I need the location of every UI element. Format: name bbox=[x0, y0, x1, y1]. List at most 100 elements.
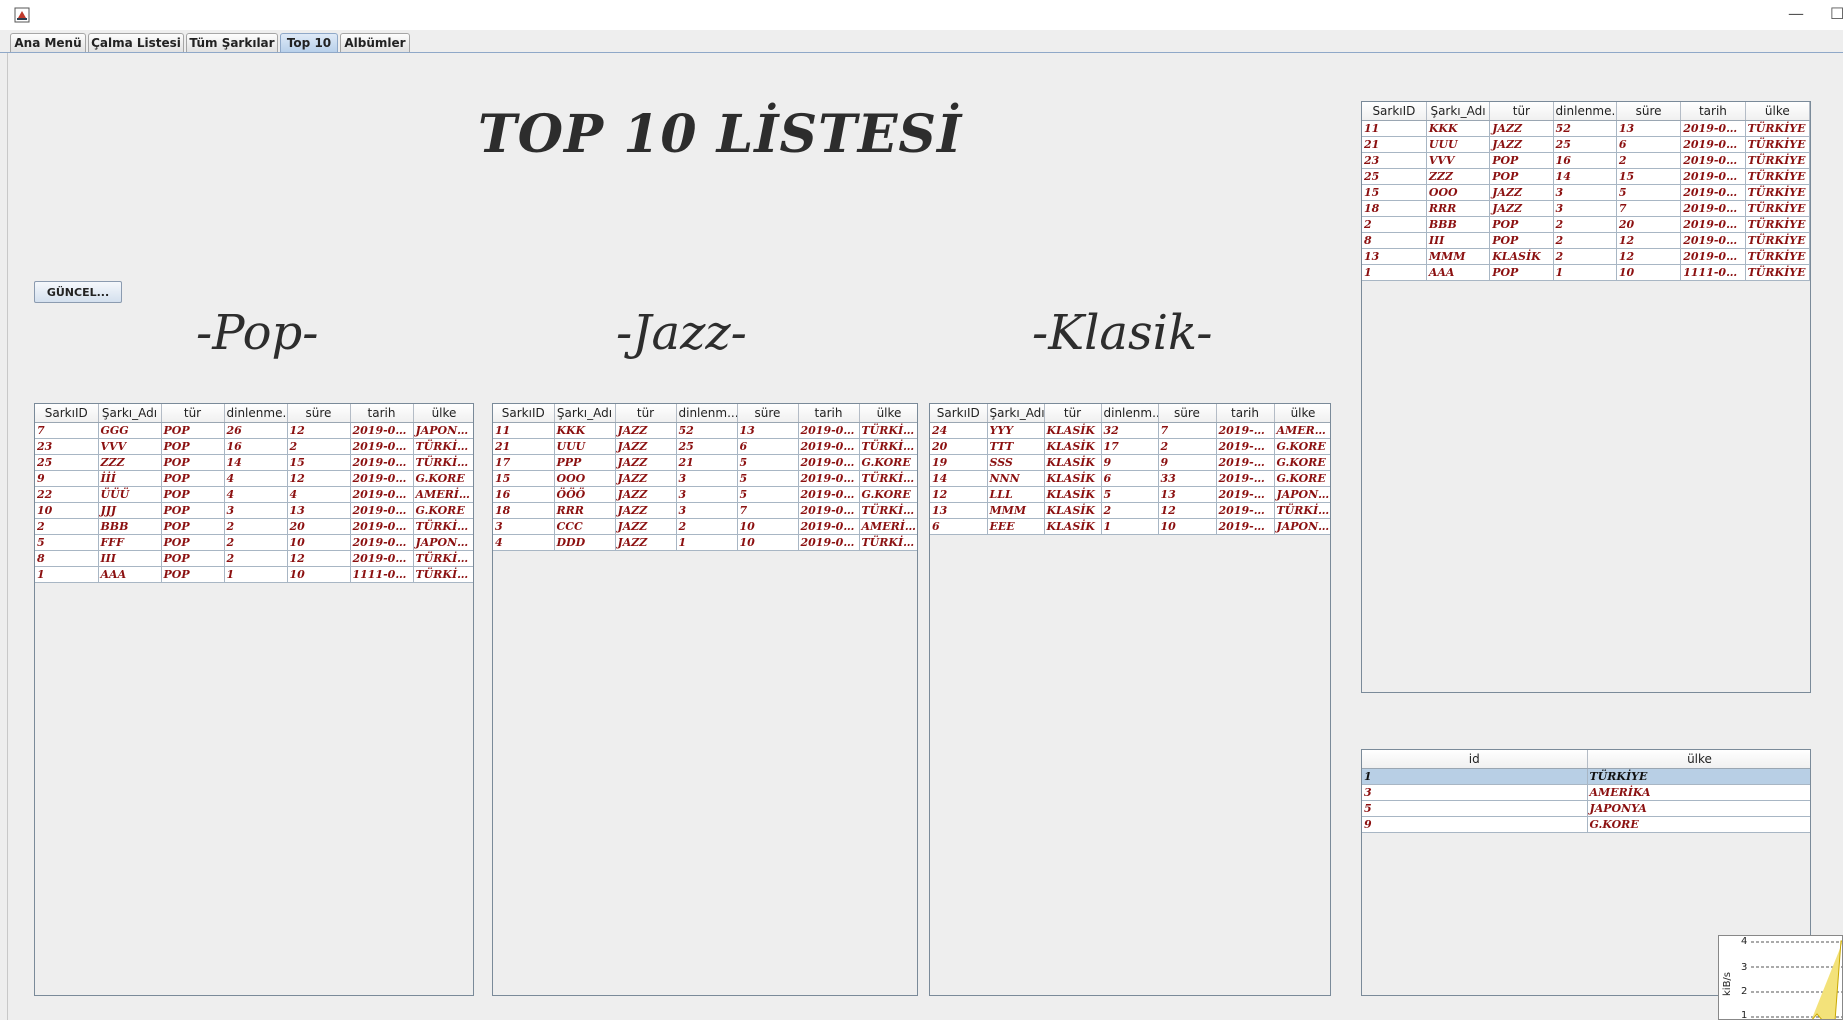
table-cell[interactable]: G.KORE bbox=[859, 454, 917, 471]
table-cell[interactable]: 1111-03... bbox=[350, 566, 414, 583]
table-cell[interactable]: ZZZ bbox=[98, 454, 162, 471]
table-cell[interactable]: FFF bbox=[98, 534, 162, 551]
table-cell[interactable]: UUU bbox=[1426, 136, 1491, 153]
table-cell[interactable]: JAZZ bbox=[615, 486, 677, 503]
table-cell[interactable]: III bbox=[98, 550, 162, 567]
table-cell[interactable]: 3 bbox=[676, 502, 738, 519]
table-cell[interactable]: 10 bbox=[1616, 264, 1682, 281]
table-row[interactable]: 3 AMERİKA bbox=[1362, 784, 1810, 801]
table-cell[interactable]: 2 bbox=[224, 550, 288, 567]
table-cell[interactable]: GGG bbox=[98, 422, 162, 439]
column-header[interactable]: süre bbox=[287, 404, 351, 423]
table-cell[interactable]: 4 bbox=[287, 486, 351, 503]
table-cell[interactable]: 9 bbox=[1158, 454, 1217, 471]
table-cell[interactable]: PPP bbox=[554, 454, 616, 471]
table-cell[interactable]: KKK bbox=[554, 422, 616, 439]
table-cell[interactable]: 2019-05-... bbox=[1680, 200, 1746, 217]
table-cell[interactable]: MMM bbox=[987, 502, 1045, 519]
table-cell[interactable]: TÜRKİYE bbox=[1745, 168, 1810, 185]
table-cell[interactable]: 2019-05-... bbox=[1680, 248, 1746, 265]
table-cell[interactable]: 20 bbox=[1616, 216, 1682, 233]
column-header[interactable]: tür bbox=[161, 404, 225, 423]
table-row[interactable]: 1 AAA POP 1 10 1111-03-... TÜRKİYE bbox=[1362, 264, 1810, 281]
table-row[interactable]: 9 G.KORE bbox=[1362, 816, 1810, 833]
tab-albumler[interactable]: Albümler bbox=[340, 33, 410, 52]
table-cell[interactable]: KLASİK bbox=[1044, 486, 1102, 503]
table-cell[interactable]: POP bbox=[161, 566, 225, 583]
table-cell[interactable]: 16 bbox=[493, 486, 555, 503]
table-cell[interactable]: TTT bbox=[987, 438, 1045, 455]
table-cell[interactable]: BBB bbox=[1426, 216, 1491, 233]
table-cell[interactable]: POP bbox=[161, 486, 225, 503]
table-cell[interactable]: 4 bbox=[224, 470, 288, 487]
table-cell[interactable]: 2 bbox=[1553, 216, 1617, 233]
column-header[interactable]: tarih bbox=[1216, 404, 1275, 423]
table-cell[interactable]: TÜRKİYE bbox=[1274, 502, 1330, 519]
table-cell[interactable]: 13 bbox=[737, 422, 799, 439]
table-cell[interactable]: 13 bbox=[1362, 248, 1427, 265]
table-row[interactable]: 18 RRR JAZZ 3 7 2019-05-... TÜRKİYE bbox=[1362, 200, 1810, 217]
table-cell[interactable]: 12 bbox=[1616, 232, 1682, 249]
table-cell[interactable]: JAPONYA bbox=[413, 534, 473, 551]
table-cell[interactable]: 21 bbox=[1362, 136, 1427, 153]
table-cell[interactable]: 9 bbox=[35, 470, 99, 487]
table-cell[interactable]: 12 bbox=[287, 470, 351, 487]
table-row[interactable]: 15 OOO JAZZ 3 5 2019-05-... TÜRKİYE bbox=[1362, 184, 1810, 201]
table-cell[interactable]: 15 bbox=[1616, 168, 1682, 185]
table-cell[interactable]: 3 bbox=[1553, 184, 1617, 201]
table-cell[interactable]: TÜRKİYE bbox=[1745, 264, 1810, 281]
table-row[interactable]: 25 ZZZ POP 14 15 2019-05-... TÜRKİYE bbox=[1362, 168, 1810, 185]
table-cell[interactable]: POP bbox=[1489, 264, 1554, 281]
table-cell[interactable]: TÜRKİYE bbox=[859, 534, 917, 551]
table-cell[interactable]: CCC bbox=[554, 518, 616, 535]
table-cell[interactable]: 7 bbox=[1616, 200, 1682, 217]
table-cell[interactable]: 52 bbox=[676, 422, 738, 439]
table-cell[interactable]: 3 bbox=[1362, 784, 1588, 801]
table-cell[interactable]: 2019-0... bbox=[1216, 454, 1275, 471]
table-cell[interactable]: 24 bbox=[930, 422, 988, 439]
table-row[interactable]: 1 AAA POP 1 10 1111-03... TÜRKİYE bbox=[35, 566, 473, 583]
table-cell[interactable]: JAPONYA bbox=[1587, 800, 1810, 817]
table-cell[interactable]: KLASİK bbox=[1044, 422, 1102, 439]
table-cell[interactable]: 8 bbox=[35, 550, 99, 567]
table-cell[interactable]: 25 bbox=[676, 438, 738, 455]
table-cell[interactable]: 26 bbox=[224, 422, 288, 439]
column-header[interactable]: tarih bbox=[798, 404, 860, 423]
table-cell[interactable]: POP bbox=[161, 534, 225, 551]
tab-top-10[interactable]: Top 10 bbox=[280, 33, 338, 52]
overall-top10-table[interactable]: SarkıID Şarkı_Adı tür dinlenme... süre tarih ü… bbox=[1361, 101, 1811, 693]
table-cell[interactable]: TÜRKİYE bbox=[1745, 136, 1810, 153]
column-header[interactable]: ülke bbox=[413, 404, 473, 423]
table-cell[interactable]: KLASİK bbox=[1489, 248, 1554, 265]
table-row[interactable]: 22 ÜÜÜ POP 4 4 2019-05... AMERİKA bbox=[35, 486, 473, 503]
table-cell[interactable]: 9 bbox=[1362, 816, 1588, 833]
table-cell[interactable]: 12 bbox=[1616, 248, 1682, 265]
column-header[interactable]: SarkıID bbox=[35, 404, 99, 423]
column-header[interactable]: süre bbox=[1158, 404, 1217, 423]
table-cell[interactable]: AMERİKA bbox=[413, 486, 473, 503]
table-cell[interactable]: 13 bbox=[287, 502, 351, 519]
table-cell[interactable]: LLL bbox=[987, 486, 1045, 503]
table-row[interactable]: 7 GGG POP 26 12 2019-05... JAPONYA bbox=[35, 422, 473, 439]
table-cell[interactable]: AAA bbox=[1426, 264, 1491, 281]
table-cell[interactable]: 1111-03-... bbox=[1680, 264, 1746, 281]
table-cell[interactable]: POP bbox=[1489, 152, 1554, 169]
column-header[interactable]: Şarkı_Adı bbox=[1426, 102, 1491, 121]
minimize-button[interactable]: — bbox=[1788, 4, 1804, 24]
table-cell[interactable]: TÜRKİYE bbox=[413, 454, 473, 471]
table-cell[interactable]: 25 bbox=[1553, 136, 1617, 153]
table-row[interactable]: 16 ÖÖÖ JAZZ 3 5 2019-05... G.KORE bbox=[493, 486, 917, 503]
table-row[interactable]: 23 VVV POP 16 2 2019-05... TÜRKİYE bbox=[35, 438, 473, 455]
table-row[interactable]: 8 III POP 2 12 2019-05... TÜRKİYE bbox=[35, 550, 473, 567]
table-cell[interactable]: 15 bbox=[287, 454, 351, 471]
table-cell[interactable]: 13 bbox=[1158, 486, 1217, 503]
table-cell[interactable]: 5 bbox=[1616, 184, 1682, 201]
table-cell[interactable]: TÜRKİYE bbox=[1745, 248, 1810, 265]
table-cell[interactable]: 14 bbox=[1553, 168, 1617, 185]
table-cell[interactable]: 15 bbox=[1362, 184, 1427, 201]
table-row[interactable]: 15 OOO JAZZ 3 5 2019-05... TÜRKİYE bbox=[493, 470, 917, 487]
column-header[interactable]: Şarkı_Adı bbox=[98, 404, 162, 423]
column-header[interactable]: ülke bbox=[1587, 750, 1810, 769]
table-cell[interactable]: JAPONYA bbox=[1274, 486, 1330, 503]
table-cell[interactable]: 5 bbox=[737, 454, 799, 471]
